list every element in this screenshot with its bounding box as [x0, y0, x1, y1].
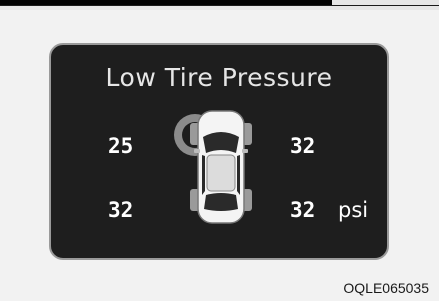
figure-code: OQLE065035: [343, 280, 429, 296]
tire-pressure-rear-left: 32: [108, 198, 134, 222]
tpms-display-panel: Low Tire Pressure 25 32 32 32 psi: [49, 43, 389, 260]
top-frame-strip: [0, 0, 439, 10]
tire-pressure-rear-right: 32: [290, 198, 316, 222]
car-top-view-icon: [174, 110, 252, 224]
pressure-unit: psi: [338, 198, 369, 222]
tire-pressure-front-left: 25: [108, 134, 134, 158]
warning-title: Low Tire Pressure: [105, 63, 333, 92]
top-divider: [0, 5, 439, 6]
tire-pressure-front-right: 32: [290, 134, 316, 158]
